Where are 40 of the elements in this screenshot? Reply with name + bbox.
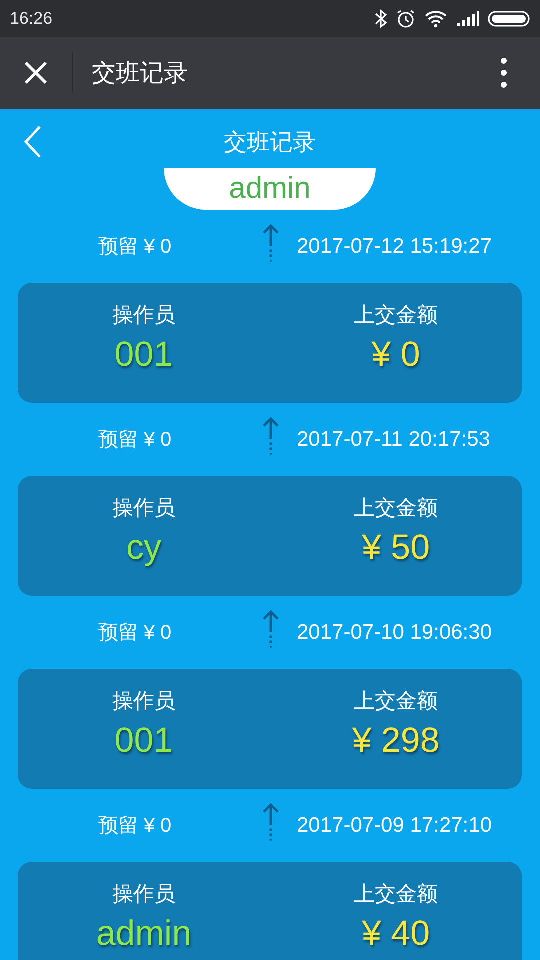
operator-label: 操作员 — [112, 495, 176, 522]
amount-label: 上交金额 — [354, 688, 438, 715]
operator-name: cy — [126, 528, 162, 568]
operator-label: 操作员 — [112, 688, 176, 715]
amount-label: 上交金额 — [354, 495, 438, 522]
reserve-amount: 预留 ¥ 0 — [97, 235, 173, 260]
operator-name: 001 — [114, 335, 174, 375]
user-badge: admin — [164, 168, 376, 210]
up-arrow-icon — [262, 417, 280, 455]
up-arrow-icon — [262, 224, 280, 262]
back-icon[interactable] — [24, 126, 42, 158]
reserve-amount: 预留 ¥ 0 — [97, 621, 173, 646]
operator-label: 操作员 — [112, 881, 176, 908]
shift-time: 2017-07-11 20:17:53 — [297, 428, 490, 452]
reserve-amount: 预留 ¥ 0 — [97, 428, 173, 453]
operator-name: 001 — [114, 721, 174, 761]
alarm-icon — [396, 8, 416, 28]
reserve-amount: 预留 ¥ 0 — [97, 814, 173, 839]
battery-icon — [488, 10, 530, 26]
page-title: 交班记录 — [224, 128, 316, 158]
shift-time: 2017-07-09 17:27:10 — [297, 814, 492, 838]
signal-icon — [456, 10, 480, 26]
more-icon[interactable] — [501, 58, 507, 88]
up-arrow-icon — [262, 610, 280, 648]
up-arrow-icon — [262, 803, 280, 841]
operator-name: admin — [96, 914, 192, 954]
wifi-icon — [424, 10, 448, 28]
operator-label: 操作员 — [112, 302, 176, 329]
app-title: 交班记录 — [92, 58, 189, 89]
status-time: 16:26 — [10, 8, 53, 28]
amount-label: 上交金额 — [354, 302, 438, 329]
amount-value: ¥ 298 — [352, 721, 440, 761]
amount-value: ¥ 40 — [362, 914, 430, 954]
amount-label: 上交金额 — [354, 881, 438, 908]
amount-value: ¥ 0 — [372, 335, 420, 375]
shift-time: 2017-07-10 19:06:30 — [297, 620, 492, 644]
bluetooth-icon — [374, 8, 388, 28]
shift-time: 2017-07-12 15:19:27 — [297, 234, 492, 258]
close-icon[interactable] — [24, 61, 48, 85]
amount-value: ¥ 50 — [362, 528, 430, 568]
